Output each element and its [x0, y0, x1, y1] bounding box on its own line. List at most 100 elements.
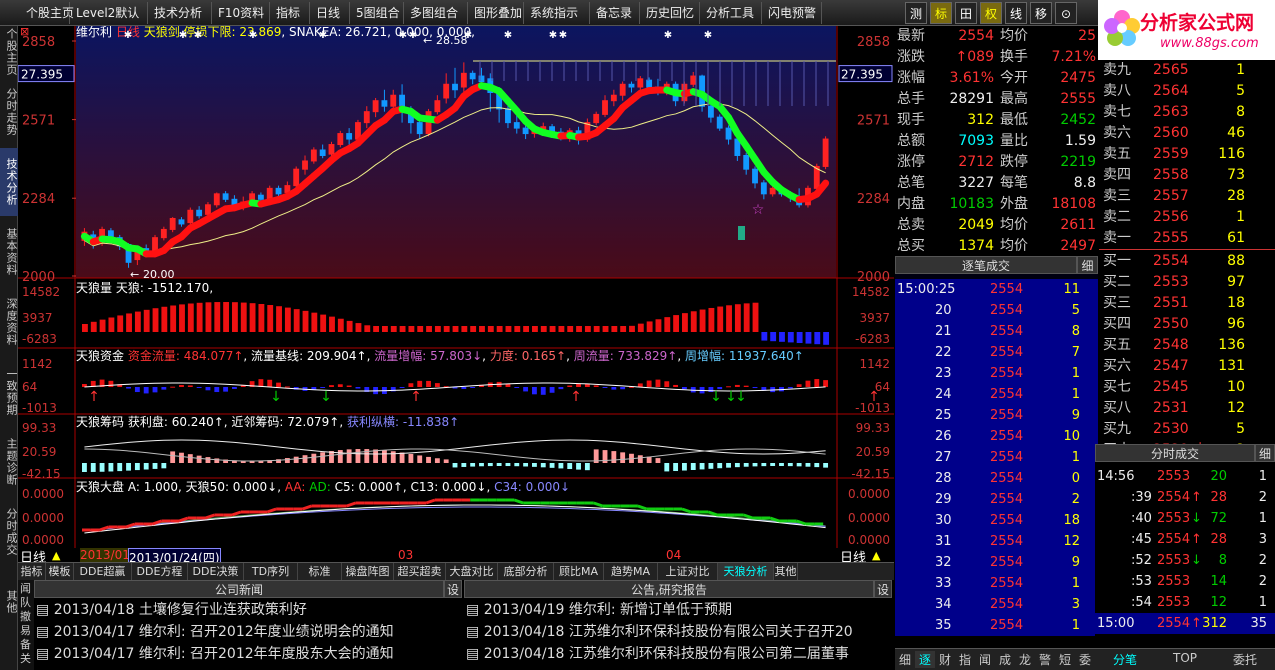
toolbar-button-6[interactable]: 5图组合: [350, 2, 404, 24]
flow-bar: [796, 384, 802, 387]
news-side-item-3[interactable]: 易: [20, 624, 31, 637]
left-nav-item-7[interactable]: 分时成交: [0, 498, 18, 566]
toolbar-button-11[interactable]: 历史回忆: [640, 2, 700, 24]
toolbar2-button-0[interactable]: 测: [905, 2, 927, 24]
footer-tab-3[interactable]: 指: [955, 651, 975, 668]
news-side-item-0[interactable]: 闻: [20, 582, 31, 595]
footer-tab-7[interactable]: 警: [1035, 651, 1055, 668]
indicator-tab-8[interactable]: 超买超卖: [394, 563, 446, 581]
footer-tab-9[interactable]: 委: [1075, 651, 1095, 668]
flow-bar: [134, 387, 140, 393]
footer-tab-5[interactable]: 成: [995, 651, 1015, 668]
footer-tab-4[interactable]: 闻: [975, 651, 995, 668]
trade-footer-tab-1[interactable]: TOP: [1155, 651, 1215, 665]
company-news-item[interactable]: ▤ 2013/04/17 维尔利: 召开2012年年度股东大会的通知: [36, 644, 446, 665]
news-side-item-1[interactable]: 队: [20, 596, 31, 609]
indicator-tab-11[interactable]: 顾比MA: [554, 563, 604, 581]
announcement-item[interactable]: ▤ 2013/04/18 江苏维尔利环保科技股份有限公司关于召开20: [466, 622, 892, 643]
company-news-item[interactable]: ▤ 2013/04/18 土壤修复行业连获政策利好: [36, 600, 446, 621]
toolbar-button-7[interactable]: 多图组合: [404, 2, 468, 24]
company-news-settings-button[interactable]: 设: [444, 580, 462, 598]
announcement-item[interactable]: ▤ 2013/04/19 维尔利: 新增订单低于预期: [466, 600, 892, 621]
footer-tab-6[interactable]: 龙: [1015, 651, 1035, 668]
trade-footer-tab-2[interactable]: 委托: [1215, 651, 1275, 668]
tick-time: 35: [935, 618, 952, 633]
company-news-item[interactable]: ▤ 2013/04/17 维尔利: 召开2012年度业绩说明会的通知: [36, 622, 446, 643]
trade-footer-tab-0[interactable]: 分笔: [1095, 651, 1155, 668]
toolbar2-button-6[interactable]: ⊙: [1055, 2, 1077, 24]
indicator-tab-4[interactable]: DDE决策: [188, 563, 244, 581]
left-nav-item-5[interactable]: 一致预期: [0, 358, 18, 426]
indicator-tab-15[interactable]: 其他: [774, 563, 798, 581]
indicator-tab-12[interactable]: 趋势MA: [604, 563, 658, 581]
candle-body: [513, 122, 520, 129]
tick-detail-button[interactable]: 细: [1077, 256, 1098, 274]
footer-tab-2[interactable]: 财: [935, 651, 955, 668]
toolbar-button-8[interactable]: 图形叠加: [468, 2, 524, 24]
toolbar-button-2[interactable]: 技术分析: [148, 2, 212, 24]
toolbar-button-10[interactable]: 备忘录: [590, 2, 640, 24]
news-side-item-4[interactable]: 备: [20, 638, 31, 651]
news-side-item-2[interactable]: 撤: [20, 610, 31, 623]
announcement-item[interactable]: ▤ 2013/04/18 江苏维尔利环保科技股份有限公司第二届董事: [466, 644, 892, 665]
indicator-tab-1[interactable]: 模板: [46, 563, 74, 581]
tick-row: 27 2554 1: [895, 447, 1098, 468]
quote-value: 2554: [958, 28, 994, 44]
footer-tab-0[interactable]: 细: [895, 651, 915, 668]
left-nav-item-4[interactable]: 深度资料: [0, 288, 18, 356]
footer-tab-8[interactable]: 短: [1055, 651, 1075, 668]
toolbar-button-13[interactable]: 闪电预警: [762, 2, 822, 24]
left-nav-item-0[interactable]: 个股主页: [0, 28, 18, 76]
indicator-tab-13[interactable]: 上证对比: [658, 563, 718, 581]
chip-bar: [690, 463, 696, 470]
indicator-tab-3[interactable]: DDE方程: [132, 563, 188, 581]
toolbar-button-12[interactable]: 分析工具: [700, 2, 762, 24]
indicator-tab-14[interactable]: 天狼分析: [718, 563, 774, 581]
order-level-label: 买六: [1103, 358, 1131, 374]
chip-bar: [646, 456, 652, 463]
indicator-tab-7[interactable]: 操盘阵图: [342, 563, 394, 581]
minute-trade-volume: 28: [1210, 532, 1227, 547]
volume-bar: [761, 332, 768, 341]
toolbar-button-0[interactable]: 个股主页: [20, 2, 74, 24]
tick-volume: 1: [1071, 618, 1080, 633]
tick-time: 30: [935, 513, 952, 528]
left-nav-item-1[interactable]: 分时走势: [0, 78, 18, 146]
quote-row: 涨幅 3.61% 今开 2475: [895, 68, 1098, 89]
announcement-title: 维尔利: 新增订单低于预期: [568, 602, 733, 618]
toolbar-button-5[interactable]: 日线: [310, 2, 350, 24]
toolbar-button-4[interactable]: 指标: [270, 2, 310, 24]
quote-label: 最低: [1000, 112, 1028, 128]
left-nav-item-8[interactable]: 其他: [0, 568, 18, 636]
minute-trade-volume: 14: [1210, 574, 1227, 589]
toolbar2-button-1[interactable]: 标: [930, 2, 952, 24]
toolbar2-button-4[interactable]: 线: [1005, 2, 1027, 24]
toolbar-button-1[interactable]: Level2默认: [70, 2, 148, 24]
left-nav-item-6[interactable]: 主题诊断: [0, 428, 18, 496]
minute-detail-button[interactable]: 细: [1255, 444, 1275, 462]
flow-bar: [152, 387, 158, 393]
main-chart-area[interactable]: 2858 28582571 25712284 22842000 200027.395 27…: [18, 26, 894, 550]
left-nav-item-2[interactable]: 技术分析: [0, 148, 18, 216]
indicator-tab-9[interactable]: 大盘对比: [446, 563, 498, 581]
indicator-tab-6[interactable]: 标准: [298, 563, 342, 581]
toolbar2-button-3[interactable]: 权: [980, 2, 1002, 24]
candle-body: [160, 228, 167, 239]
left-nav-item-3[interactable]: 基本资料: [0, 218, 18, 286]
announcements-settings-button[interactable]: 设: [874, 580, 892, 598]
candle-body: [434, 100, 441, 113]
indicator-tab-10[interactable]: 底部分析: [498, 563, 554, 581]
toolbar2-button-2[interactable]: 田: [955, 2, 977, 24]
chip-bar: [214, 458, 220, 463]
indicator-tab-0[interactable]: 指标: [18, 563, 46, 581]
toolbar2-button-5[interactable]: 移: [1030, 2, 1052, 24]
toolbar-button-9[interactable]: 系统指示: [524, 2, 590, 24]
indicator-tab-2[interactable]: DDE超赢: [74, 563, 132, 581]
indicator-tab-5[interactable]: TD序列: [244, 563, 298, 581]
news-side-item-5[interactable]: 关: [20, 652, 31, 665]
quote-label: 最高: [1000, 91, 1028, 107]
footer-tab-1[interactable]: 逐: [915, 651, 935, 668]
toolbar-button-3[interactable]: F10资料: [212, 2, 270, 24]
candle-body: [443, 83, 450, 99]
tick-price: 2554: [990, 324, 1024, 339]
